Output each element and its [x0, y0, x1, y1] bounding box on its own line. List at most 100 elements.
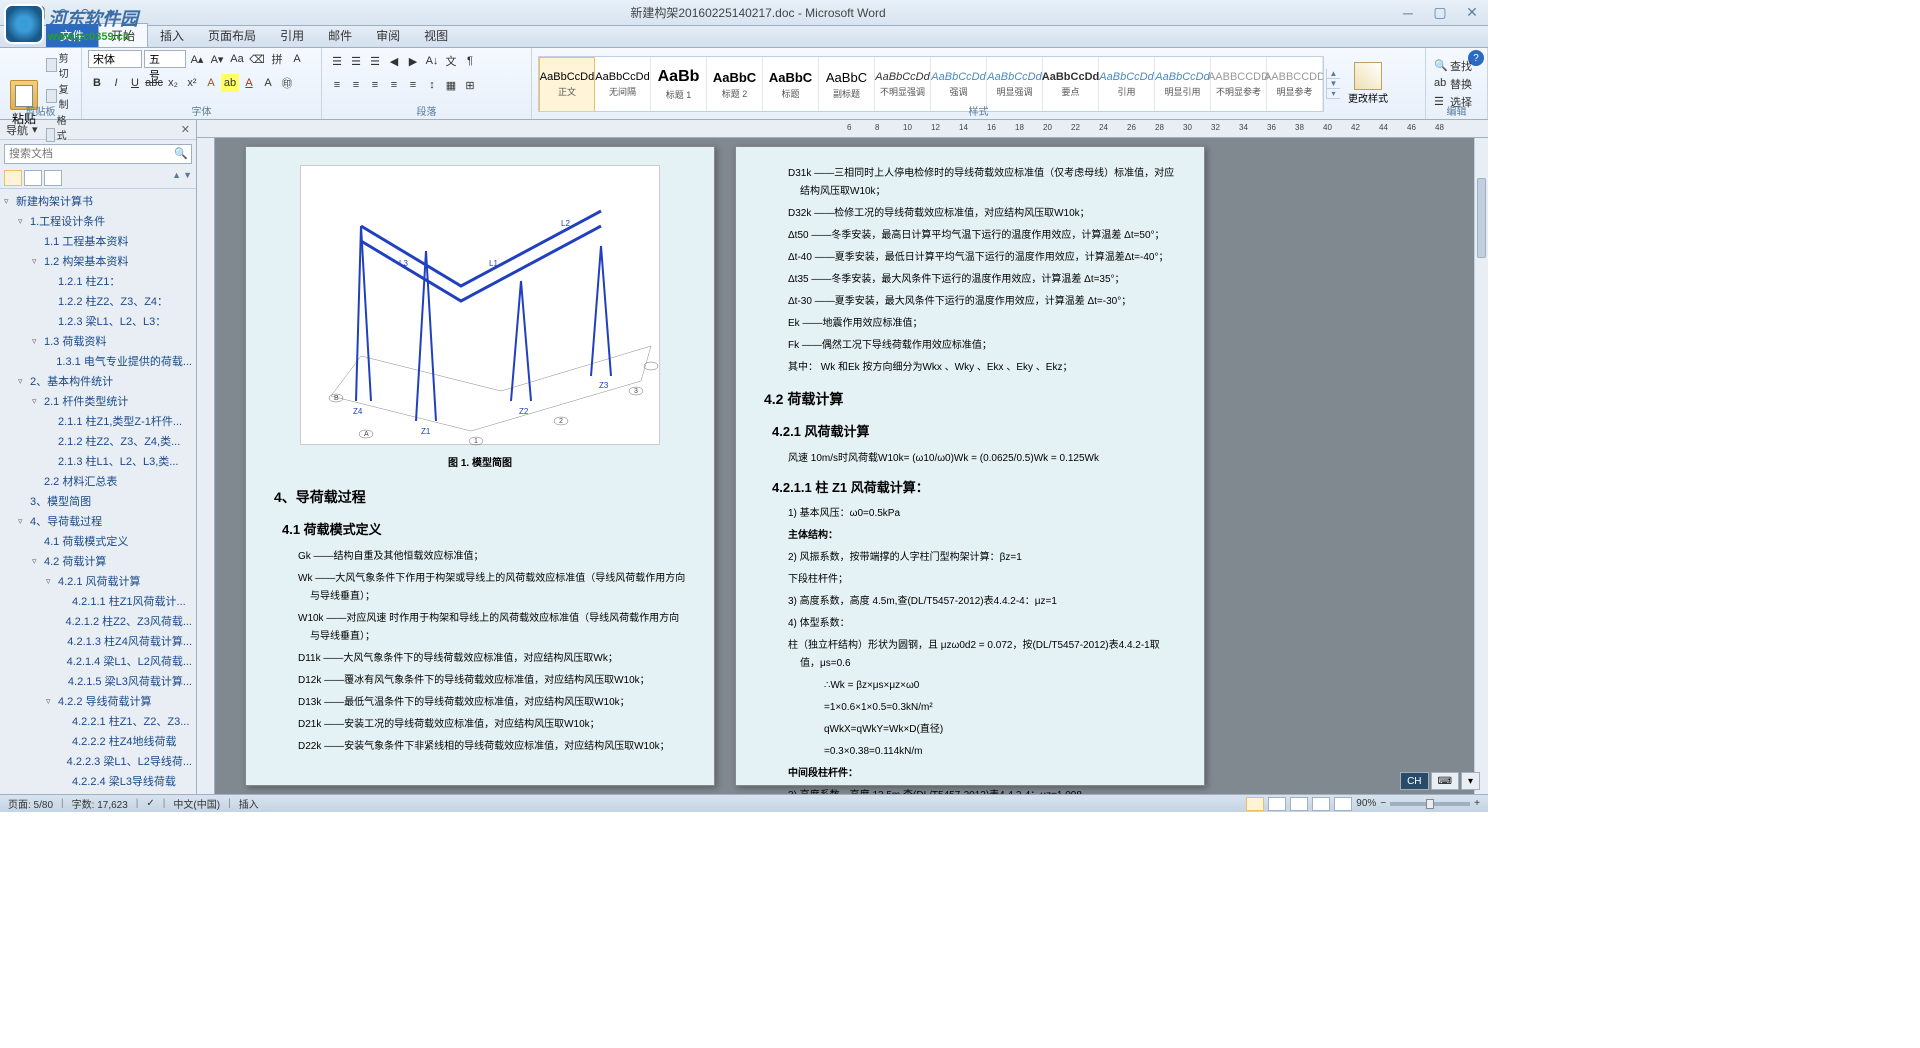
view-full-reading[interactable] — [1268, 797, 1286, 811]
nav-close-icon[interactable]: ✕ — [181, 123, 190, 136]
tree-item[interactable]: ▿2、基本构件统计 — [0, 371, 196, 391]
subscript-button[interactable]: x₂ — [164, 74, 182, 92]
grow-font-icon[interactable]: A▴ — [188, 50, 206, 68]
tab-references[interactable]: 引用 — [268, 24, 316, 47]
tree-item[interactable]: 3、模型简图 — [0, 491, 196, 511]
status-page[interactable]: 页面: 5/80 — [8, 796, 53, 811]
phonetic-icon[interactable]: 拼 — [268, 50, 286, 68]
zoom-level[interactable]: 90% — [1356, 798, 1376, 809]
tree-item[interactable]: 1.3.1 电气专业提供的荷载... — [0, 351, 196, 371]
tab-view[interactable]: 视图 — [412, 24, 460, 47]
text-direction-icon[interactable]: 文 — [442, 52, 460, 70]
cut-button[interactable]: 剪切 — [44, 50, 75, 80]
superscript-button[interactable]: x² — [183, 74, 201, 92]
char-shading-icon[interactable]: A — [259, 74, 277, 92]
zoom-thumb[interactable] — [1426, 799, 1434, 809]
status-language[interactable]: 中文(中国) — [173, 796, 220, 811]
scroll-thumb[interactable] — [1477, 178, 1486, 258]
tree-item[interactable]: 2.1.2 柱Z2、Z3、Z4,类... — [0, 431, 196, 451]
ime-options-icon[interactable]: ▾ — [1461, 772, 1480, 790]
numbering-icon[interactable]: ☰ — [347, 52, 365, 70]
shrink-font-icon[interactable]: A▾ — [208, 50, 226, 68]
view-draft[interactable] — [1334, 797, 1352, 811]
change-case-icon[interactable]: Aa — [228, 50, 246, 68]
nav-view-pages[interactable] — [24, 170, 42, 186]
gallery-up-icon[interactable]: ▲ — [1327, 69, 1340, 79]
show-marks-icon[interactable]: ¶ — [461, 52, 479, 70]
nav-tree[interactable]: ▿新建构架计算书▿1.工程设计条件1.1 工程基本资料▿1.2 构架基本资料1.… — [0, 189, 196, 794]
nav-view-results[interactable] — [44, 170, 62, 186]
borders-icon[interactable]: ⊞ — [461, 76, 479, 94]
tree-item[interactable]: 4.2.2.4 梁L3导线荷载 — [0, 771, 196, 791]
align-center-icon[interactable]: ≡ — [347, 76, 365, 94]
zoom-in-icon[interactable]: + — [1474, 798, 1480, 809]
char-border-icon[interactable]: A — [288, 50, 306, 68]
font-color-icon[interactable]: A — [240, 74, 258, 92]
justify-icon[interactable]: ≡ — [385, 76, 403, 94]
view-outline[interactable] — [1312, 797, 1330, 811]
tab-mailings[interactable]: 邮件 — [316, 24, 364, 47]
tree-item[interactable]: 2.1.1 柱Z1,类型Z-1杆件... — [0, 411, 196, 431]
highlight-icon[interactable]: ab — [221, 74, 239, 92]
nav-next-icon[interactable]: ▼ — [183, 170, 192, 186]
font-name-select[interactable]: 宋体 — [88, 50, 142, 68]
distribute-icon[interactable]: ≡ — [404, 76, 422, 94]
tab-layout[interactable]: 页面布局 — [196, 24, 268, 47]
tree-item[interactable]: 4.2.1.5 梁L3风荷载计算... — [0, 671, 196, 691]
status-words[interactable]: 字数: 17,623 — [72, 796, 128, 811]
bold-button[interactable]: B — [88, 74, 106, 92]
sort-icon[interactable]: A↓ — [423, 52, 441, 70]
tree-item[interactable]: 2.2 材料汇总表 — [0, 471, 196, 491]
shading-icon[interactable]: ▦ — [442, 76, 460, 94]
tree-item[interactable]: ▿4.3 荷载组合 — [0, 791, 196, 794]
tree-item[interactable]: ▿1.工程设计条件 — [0, 211, 196, 231]
tree-item[interactable]: 1.2.3 梁L1、L2、L3： — [0, 311, 196, 331]
status-mode[interactable]: 插入 — [239, 796, 259, 811]
line-spacing-icon[interactable]: ↕ — [423, 76, 441, 94]
tree-item[interactable]: ▿1.3 荷载资料 — [0, 331, 196, 351]
underline-button[interactable]: U — [126, 74, 144, 92]
ime-keyboard-icon[interactable]: ⌨ — [1431, 772, 1459, 790]
tree-item[interactable]: 4.2.1.4 梁L1、L2风荷载... — [0, 651, 196, 671]
status-proof-icon[interactable]: ✓ — [146, 798, 154, 809]
clear-format-icon[interactable]: ⌫ — [248, 50, 266, 68]
align-left-icon[interactable]: ≡ — [328, 76, 346, 94]
decrease-indent-icon[interactable]: ◀ — [385, 52, 403, 70]
nav-view-headings[interactable] — [4, 170, 22, 186]
tree-item[interactable]: ▿4.2.1 风荷载计算 — [0, 571, 196, 591]
ime-lang-button[interactable]: CH — [1400, 772, 1428, 790]
tree-item[interactable]: 1.2.1 柱Z1： — [0, 271, 196, 291]
view-web-layout[interactable] — [1290, 797, 1308, 811]
nav-search-input[interactable] — [4, 144, 192, 164]
multilevel-icon[interactable]: ☰ — [366, 52, 384, 70]
bullets-icon[interactable]: ☰ — [328, 52, 346, 70]
tree-item[interactable]: ▿2.1 杆件类型统计 — [0, 391, 196, 411]
view-print-layout[interactable] — [1246, 797, 1264, 811]
zoom-out-icon[interactable]: − — [1380, 798, 1386, 809]
replace-button[interactable]: ab替换 — [1434, 76, 1472, 92]
tree-item[interactable]: ▿1.2 构架基本资料 — [0, 251, 196, 271]
nav-prev-icon[interactable]: ▲ — [172, 170, 181, 186]
tree-item[interactable]: ▿4、导荷载过程 — [0, 511, 196, 531]
zoom-slider[interactable] — [1390, 802, 1470, 806]
pages-viewport[interactable]: L3L1L2 Z4Z1 Z2Z3 BA 12 — [215, 138, 1474, 794]
tab-insert[interactable]: 插入 — [148, 24, 196, 47]
italic-button[interactable]: I — [107, 74, 125, 92]
tree-item[interactable]: 4.2.2.1 柱Z1、Z2、Z3... — [0, 711, 196, 731]
align-right-icon[interactable]: ≡ — [366, 76, 384, 94]
enclose-char-icon[interactable]: ㊞ — [278, 74, 296, 92]
find-button[interactable]: 🔍查找 — [1434, 58, 1472, 74]
minimize-button[interactable]: ─ — [1396, 4, 1420, 22]
strike-button[interactable]: abc — [145, 74, 163, 92]
gallery-down-icon[interactable]: ▼ — [1327, 79, 1340, 89]
tree-item[interactable]: 4.2.2.3 梁L1、L2导线荷... — [0, 751, 196, 771]
gallery-more-icon[interactable]: ▾ — [1327, 89, 1340, 99]
horizontal-ruler[interactable]: 6810121416182022242628303234363840424446… — [197, 120, 1488, 138]
font-size-select[interactable]: 五号 — [144, 50, 186, 68]
increase-indent-icon[interactable]: ▶ — [404, 52, 422, 70]
text-effects-icon[interactable]: A — [202, 74, 220, 92]
vertical-ruler[interactable] — [197, 138, 215, 794]
tree-item[interactable]: 1.1 工程基本资料 — [0, 231, 196, 251]
tree-item[interactable]: 1.2.2 柱Z2、Z3、Z4： — [0, 291, 196, 311]
tree-item[interactable]: 4.2.1.1 柱Z1风荷载计... — [0, 591, 196, 611]
